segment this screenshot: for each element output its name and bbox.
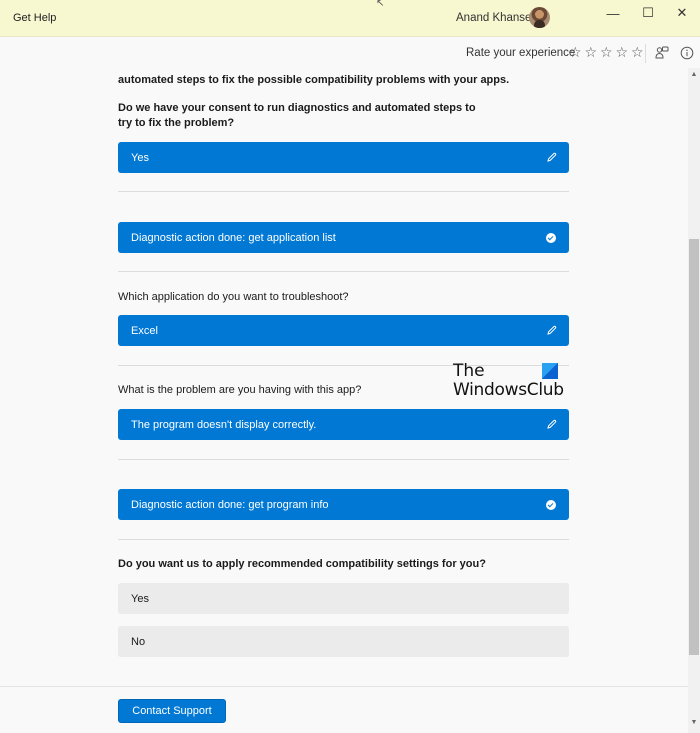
contact-support-button[interactable]: Contact Support [118, 699, 226, 723]
edit-icon[interactable] [545, 152, 557, 164]
check-icon [545, 499, 557, 511]
watermark-logo: The WindowsClub [453, 361, 564, 401]
scrollbar-thumb[interactable] [689, 239, 699, 655]
close-button[interactable]: ✕ [667, 3, 697, 23]
option-label: Yes [131, 592, 149, 605]
app-answer-text: Excel [131, 324, 158, 337]
footer: Contact Support [0, 686, 688, 733]
maximize-button[interactable]: ☐ [633, 3, 663, 23]
check-icon [545, 232, 557, 244]
divider [118, 271, 569, 272]
settings-question: Do you want us to apply recommended comp… [118, 558, 486, 570]
problem-answer-text: The program doesn't display correctly. [131, 418, 317, 431]
divider [118, 539, 569, 540]
star-icon-3[interactable]: ☆ [599, 44, 614, 60]
info-icon[interactable] [679, 45, 695, 61]
divider [118, 459, 569, 460]
toolbar-divider [645, 44, 646, 63]
toolbar: Rate your experience ☆ ☆ ☆ ☆ ☆ [0, 38, 700, 68]
scroll-up-arrow-icon[interactable]: ▲ [688, 70, 700, 80]
star-icon-5[interactable]: ☆ [630, 44, 645, 60]
watermark-text-line2: WindowsClub [453, 380, 564, 400]
consent-answer-text: Yes [131, 151, 149, 164]
edit-icon[interactable] [545, 325, 557, 337]
rate-experience-label: Rate your experience [466, 47, 576, 59]
windows-logo-icon [542, 363, 558, 379]
user-name[interactable]: Anand Khanse [456, 12, 531, 24]
minimize-button[interactable]: — [598, 3, 628, 23]
option-yes[interactable]: Yes [118, 583, 569, 614]
app-title: Get Help [13, 12, 57, 24]
avatar[interactable] [529, 7, 550, 28]
app-answer[interactable]: Excel [118, 315, 569, 346]
scroll-down-arrow-icon[interactable]: ▼ [688, 718, 700, 728]
consent-question: Do we have your consent to run diagnosti… [118, 102, 476, 129]
problem-answer[interactable]: The program doesn't display correctly. [118, 409, 569, 440]
edit-icon[interactable] [545, 419, 557, 431]
diagnostic-text: Diagnostic action done: get program info [131, 498, 329, 511]
option-no[interactable]: No [118, 626, 569, 657]
intro-text: automated steps to fix the possible comp… [118, 74, 510, 86]
conversation-pane: automated steps to fix the possible comp… [0, 68, 688, 686]
divider [118, 191, 569, 192]
diagnostic-text: Diagnostic action done: get application … [131, 231, 336, 244]
feedback-icon[interactable] [654, 45, 670, 61]
star-icon-4[interactable]: ☆ [615, 44, 630, 60]
diagnostic-status-app-list: Diagnostic action done: get application … [118, 222, 569, 253]
mouse-cursor-icon: ↖ [376, 0, 385, 9]
app-question: Which application do you want to trouble… [118, 291, 349, 303]
diagnostic-status-program-info: Diagnostic action done: get program info [118, 489, 569, 520]
option-label: No [131, 635, 146, 648]
watermark-text-line1: The [453, 361, 485, 381]
star-icon-1[interactable]: ☆ [568, 44, 583, 60]
consent-answer[interactable]: Yes [118, 142, 569, 173]
title-bar: Get Help ↖ Anand Khanse — ☐ ✕ [0, 0, 700, 37]
star-rating[interactable]: ☆ ☆ ☆ ☆ ☆ [568, 44, 645, 60]
star-icon-2[interactable]: ☆ [584, 44, 599, 60]
vertical-scrollbar[interactable]: ▲ ▼ [688, 68, 700, 733]
